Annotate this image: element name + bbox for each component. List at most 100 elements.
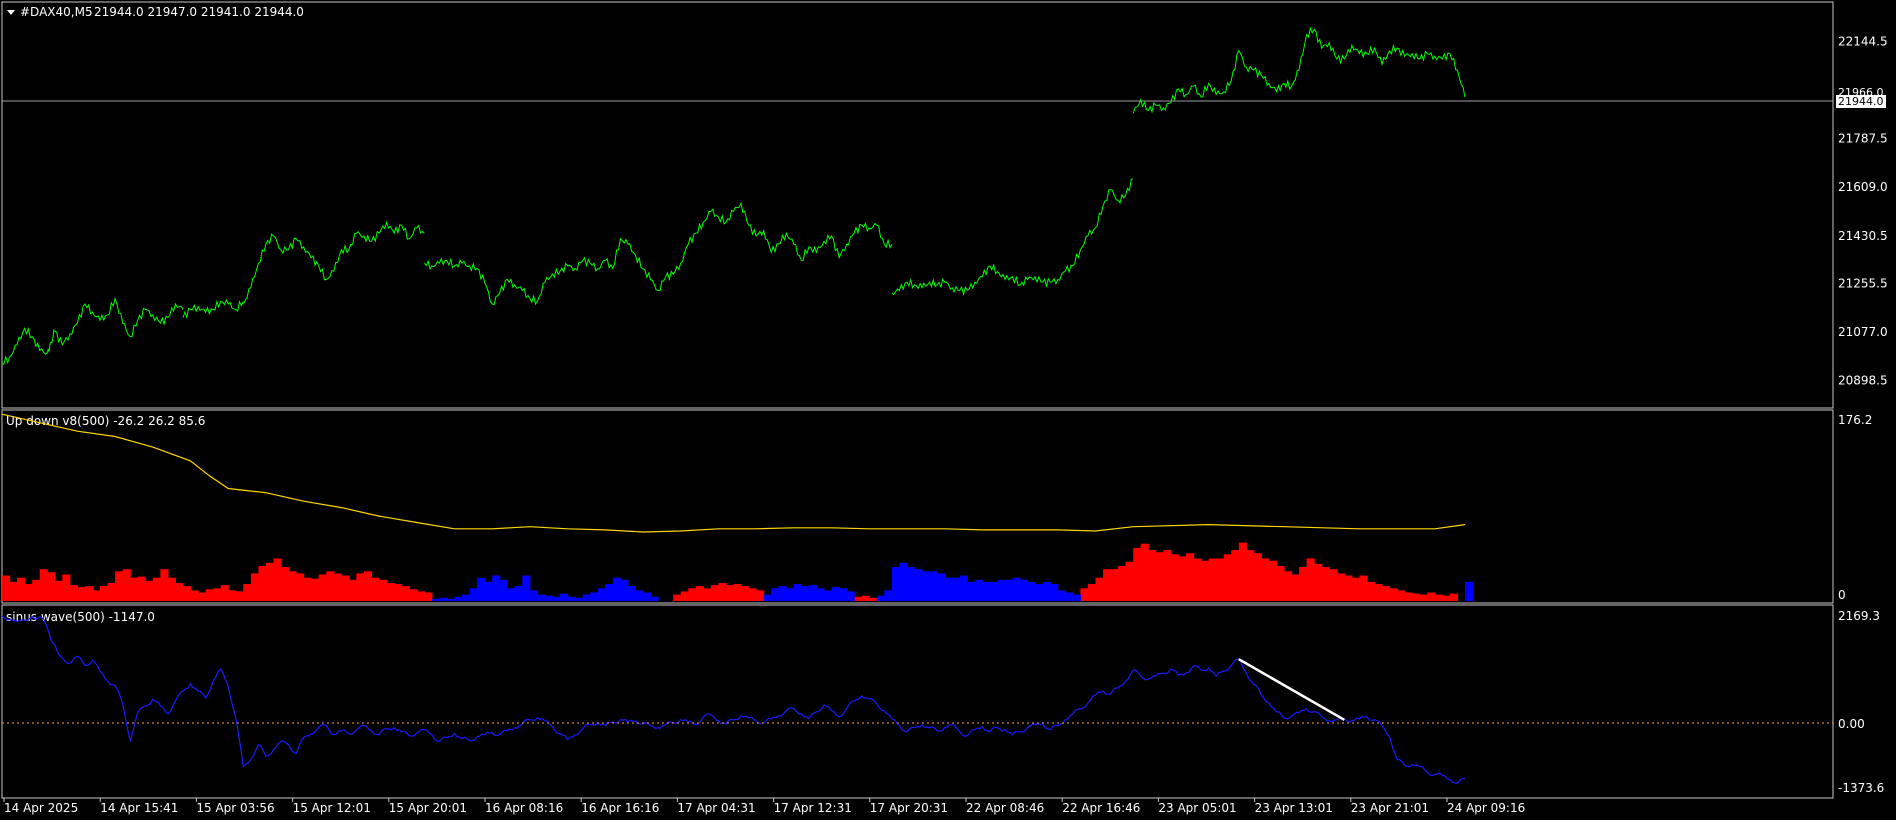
hist-bar-up xyxy=(356,573,365,601)
price-line-segment xyxy=(242,220,425,305)
time-tick-label: 16 Apr 16:16 xyxy=(581,801,659,815)
hist-bar-up xyxy=(1306,558,1315,601)
hist-bar-up xyxy=(1412,593,1421,601)
hist-bar-down xyxy=(839,588,848,601)
hist-bar-down xyxy=(793,584,802,601)
hist-bar-up xyxy=(228,590,237,601)
hist-bar-up xyxy=(130,577,139,601)
price-tick-label: 22144.5 xyxy=(1838,34,1888,48)
time-tick-label: 23 Apr 21:01 xyxy=(1351,801,1429,815)
symbol-label: #DAX40,M5 xyxy=(20,5,93,19)
hist-bar-down xyxy=(891,567,900,601)
hist-bar-up xyxy=(1449,593,1458,601)
hist-bar-up xyxy=(175,583,184,601)
hist-bar-down xyxy=(469,588,478,601)
hist-bar-up xyxy=(1367,581,1376,601)
hist-bar-down xyxy=(507,588,516,601)
hist-bar-down xyxy=(1035,584,1044,601)
hist-bar-down xyxy=(944,577,953,601)
hist-bar-down xyxy=(1005,579,1014,601)
hist-bar-up xyxy=(235,591,244,601)
hist-bar-up xyxy=(394,584,403,601)
hist-bar-down xyxy=(808,585,817,601)
hist-bar-up xyxy=(733,584,742,601)
hist-bar-up xyxy=(409,589,418,601)
hist-bar-up xyxy=(198,592,207,601)
time-tick-label: 14 Apr 2025 xyxy=(4,801,78,815)
hist-bar-down xyxy=(514,586,523,601)
hist-bar-down xyxy=(997,579,1006,601)
hist-bar-down xyxy=(929,571,938,601)
hist-bar-down xyxy=(906,567,915,601)
hist-bar-up xyxy=(1253,553,1262,601)
hist-bar-down xyxy=(627,586,636,601)
sinus-axis-zero: 0.00 xyxy=(1838,717,1865,731)
hist-bar-up xyxy=(1442,595,1451,601)
hist-bar-down xyxy=(974,579,983,601)
hist-bar-up xyxy=(333,573,342,601)
hist-bar-down xyxy=(1012,577,1021,601)
hist-bar-up xyxy=(1118,566,1127,601)
price-tick-label: 21077.0 xyxy=(1838,325,1888,339)
hist-bar-down xyxy=(846,591,855,601)
hist-bar-down xyxy=(824,590,833,601)
hist-bar-up xyxy=(160,569,169,601)
trendline[interactable] xyxy=(1238,658,1345,721)
hist-bar-up xyxy=(401,586,410,601)
hist-bar-down xyxy=(1072,594,1081,601)
hist-bar-up xyxy=(1427,592,1436,601)
hist-bar-up xyxy=(1299,567,1308,601)
hist-bar-down xyxy=(899,562,908,601)
collapse-triangle-icon[interactable] xyxy=(7,10,15,15)
time-tick-label: 16 Apr 08:16 xyxy=(485,801,563,815)
hist-bar-up xyxy=(695,586,704,601)
sinus-line xyxy=(1,615,1466,785)
time-tick-label: 15 Apr 20:01 xyxy=(389,801,467,815)
hist-bar-up xyxy=(258,566,267,601)
hist-bar-down xyxy=(989,581,998,601)
hist-bar-up xyxy=(213,588,222,601)
hist-bar-up xyxy=(703,588,712,601)
hist-bar-up xyxy=(39,569,48,601)
hist-bar-up xyxy=(726,585,735,601)
hist-bar-up xyxy=(115,571,124,601)
hist-bar-down xyxy=(1465,581,1474,601)
hist-bar-up xyxy=(680,591,689,601)
hist-bar-down xyxy=(1020,579,1029,601)
hist-bar-down xyxy=(786,588,795,601)
price-line-segment xyxy=(182,298,244,320)
hist-bar-up xyxy=(1125,561,1134,601)
hist-bar-down xyxy=(1057,590,1066,601)
price-series xyxy=(1,26,1466,365)
hist-bar-up xyxy=(1276,566,1285,601)
hist-bar-down xyxy=(605,584,614,601)
hist-bar-down xyxy=(612,577,621,601)
hist-bar-up xyxy=(69,585,78,601)
hist-bar-down xyxy=(635,590,644,601)
hist-bar-up xyxy=(85,586,94,601)
hist-bar-down xyxy=(477,577,486,601)
updown-axis-top: 176.2 xyxy=(1838,413,1872,427)
ohlc-label: 21944.0 21947.0 21941.0 21944.0 xyxy=(94,5,304,19)
hist-bar-up xyxy=(1140,543,1149,601)
price-tick-label: 20898.5 xyxy=(1838,374,1888,388)
hist-bar-down xyxy=(967,581,976,601)
hist-bar-up xyxy=(386,583,395,601)
hist-bar-up xyxy=(281,567,290,601)
hist-bar-down xyxy=(937,573,946,601)
hist-bar-up xyxy=(1314,563,1323,601)
updown-axis-bottom: 0 xyxy=(1838,588,1846,602)
hist-bar-down xyxy=(801,586,810,601)
hist-bar-down xyxy=(959,575,968,601)
sinus-axis-top: 2169.3 xyxy=(1838,609,1880,623)
sinus-series xyxy=(1,615,1466,785)
hist-bar-up xyxy=(748,588,757,601)
hist-bar-up xyxy=(341,575,350,601)
hist-bar-up xyxy=(1223,554,1232,601)
hist-bar-down xyxy=(1050,584,1059,601)
hist-bar-down xyxy=(650,596,659,601)
hist-bar-down xyxy=(590,592,599,601)
hist-bar-down xyxy=(545,595,554,601)
hist-bar-down xyxy=(560,593,569,601)
hist-bar-down xyxy=(771,588,780,601)
